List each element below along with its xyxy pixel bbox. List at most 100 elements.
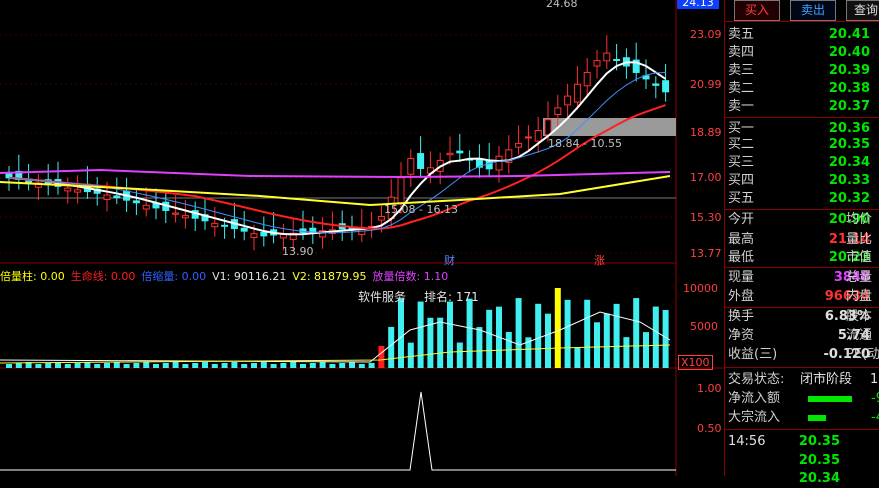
volume-bar (64, 364, 71, 368)
candle-body (172, 212, 180, 215)
volume-bar (613, 303, 620, 368)
candle-body (544, 119, 552, 136)
price-tick: 13.77 (690, 247, 722, 260)
candle-body (652, 83, 660, 86)
volume-bar (437, 317, 444, 368)
stat-label-2: 量比 (846, 232, 873, 247)
stat-label-2: PE(动) (846, 347, 879, 362)
netflow-value: -9 (871, 391, 879, 406)
ask-price: 20.40 (828, 45, 870, 60)
volume-bar (456, 342, 463, 368)
volume-bar (584, 299, 591, 368)
stat-label: 换手 (728, 309, 755, 324)
volume-bar (388, 326, 395, 368)
volume-bar (466, 298, 473, 368)
candle-body (260, 231, 268, 237)
volume-bar (300, 364, 306, 368)
volume-bar (417, 301, 424, 368)
bid-price: 20.32 (828, 191, 870, 206)
buy-button[interactable]: 买入 (734, 0, 780, 21)
candle-body (613, 58, 621, 61)
candle-body (495, 155, 503, 171)
range-annotation-2: 15.08 - 16.13 (384, 203, 458, 216)
low-price-annotation: 13.90 (282, 245, 314, 258)
tick-price: 20.34 (798, 471, 840, 486)
volume-bar (545, 313, 551, 368)
kline-chart-svg[interactable] (0, 0, 724, 476)
bid-price: 20.35 (828, 137, 870, 152)
volume-bar (113, 362, 120, 368)
volume-bar (172, 362, 179, 368)
candle-body (554, 107, 562, 115)
candle-body (446, 152, 454, 156)
volume-bar (447, 301, 453, 368)
volume-bar (368, 363, 375, 368)
volume-bar (643, 332, 649, 368)
legend-item: 倍缩量: 0.00 (141, 270, 207, 283)
price-tick: 23.09 (690, 28, 722, 41)
candle-body (417, 153, 425, 169)
volume-bar (476, 327, 483, 368)
candle-body (456, 150, 464, 154)
ask-label: 卖二 (728, 81, 755, 96)
query-button[interactable]: 查询 (846, 0, 879, 21)
ask-label: 卖四 (728, 45, 755, 60)
volume-bar (74, 363, 81, 368)
separator (724, 367, 879, 368)
volume-bar (182, 364, 189, 368)
candle-body (142, 204, 150, 210)
candle-body (573, 83, 581, 103)
volume-unit: X100 (678, 355, 713, 370)
volume-bar (280, 363, 287, 368)
candle-body (64, 187, 72, 192)
volume-bar (554, 288, 561, 368)
separator (724, 209, 879, 210)
bid-price: 20.34 (828, 155, 870, 170)
ask-price: 20.37 (828, 99, 870, 114)
marker-cai[interactable]: 财 (444, 252, 455, 268)
volume-bar (84, 362, 91, 368)
volume-bar (221, 363, 228, 368)
volume-bar (104, 363, 110, 368)
volume-bar (94, 364, 101, 368)
bid-label: 买二 (728, 137, 755, 152)
netflow-label: 净流入额 (728, 391, 781, 406)
volume-tick: 5000 (690, 320, 718, 333)
volume-bar (211, 364, 218, 368)
stat-label: 收益(三) (728, 347, 778, 362)
stat-label-2: 股本 (846, 309, 873, 324)
ask-label: 卖五 (728, 27, 755, 42)
volume-bar (309, 363, 316, 368)
volume-bar (564, 299, 571, 368)
volume-bar (349, 362, 355, 368)
volume-bar (378, 346, 385, 368)
volume-bar (45, 363, 52, 368)
high-price-annotation: 24.68 (546, 0, 578, 10)
candle-body (103, 194, 111, 200)
volume-bar (407, 342, 414, 368)
candle-body (377, 216, 385, 221)
tick-price: 20.35 (798, 434, 840, 449)
volume-bar (251, 363, 257, 368)
volume-bar (358, 364, 365, 368)
price-tick: 18.89 (690, 126, 722, 139)
candle-body (593, 60, 601, 67)
volume-bar (162, 363, 169, 368)
volume-bar (35, 364, 42, 368)
current-price-tag: 24.13 (677, 0, 719, 9)
volume-bar (202, 362, 208, 368)
stat-label-2: 内盘 (846, 289, 873, 304)
candle-body (211, 222, 219, 228)
separator (724, 21, 879, 22)
marker-zhang[interactable]: 涨 (594, 252, 605, 268)
indicator-tick: 0.50 (697, 422, 722, 435)
candle-body (524, 136, 532, 139)
sell-button[interactable]: 卖出 (790, 0, 836, 21)
volume-bar (515, 298, 522, 368)
stat-label: 净资 (728, 328, 755, 343)
kline-chart-area[interactable]: 24.68 18.84 - 10.55 15.08 - 16.13 13.90 … (0, 0, 724, 476)
volume-bar (241, 364, 248, 368)
volume-bar (15, 363, 22, 368)
stat-label-2: 均价 (846, 212, 873, 227)
candle-body (534, 130, 542, 142)
